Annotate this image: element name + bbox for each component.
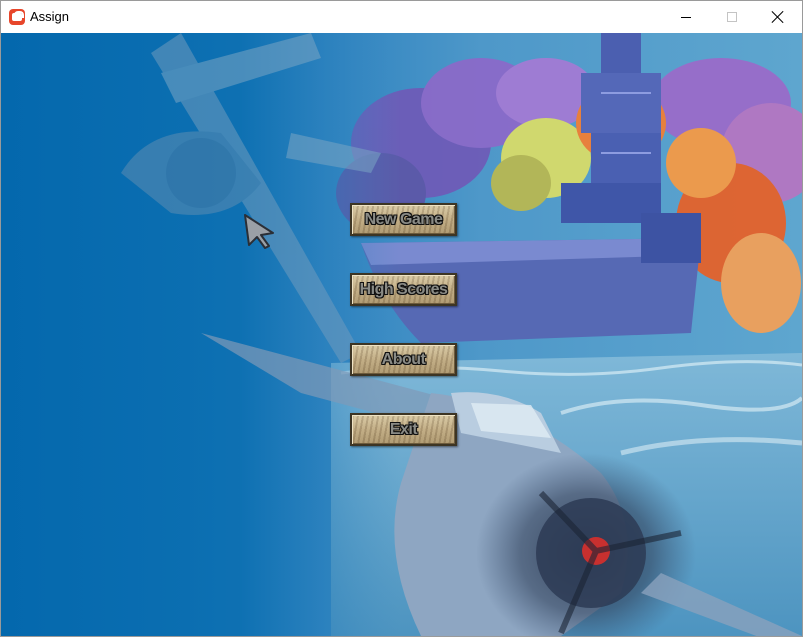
title-bar[interactable]: Assign (1, 1, 802, 33)
new-game-button[interactable]: New Game (350, 203, 457, 236)
app-window: Assign New Game High Scores About Exit (0, 0, 803, 637)
window-title: Assign (30, 9, 70, 24)
mouse-cursor-icon (244, 214, 274, 249)
maximize-icon (727, 12, 737, 22)
exit-button[interactable]: Exit (350, 413, 457, 446)
game-canvas[interactable]: New Game High Scores About Exit (1, 33, 802, 636)
minimize-button[interactable] (663, 1, 709, 33)
close-button[interactable] (755, 1, 801, 33)
about-label: About (381, 350, 426, 368)
new-game-label: New Game (364, 210, 443, 228)
background-illustration (1, 33, 802, 636)
minimize-icon (681, 16, 691, 18)
about-button[interactable]: About (350, 343, 457, 376)
maximize-button[interactable] (709, 1, 755, 33)
high-scores-button[interactable]: High Scores (350, 273, 457, 306)
close-icon (772, 11, 784, 23)
high-scores-label: High Scores (359, 280, 448, 298)
exit-label: Exit (389, 420, 418, 438)
app-logo-icon (9, 9, 25, 25)
